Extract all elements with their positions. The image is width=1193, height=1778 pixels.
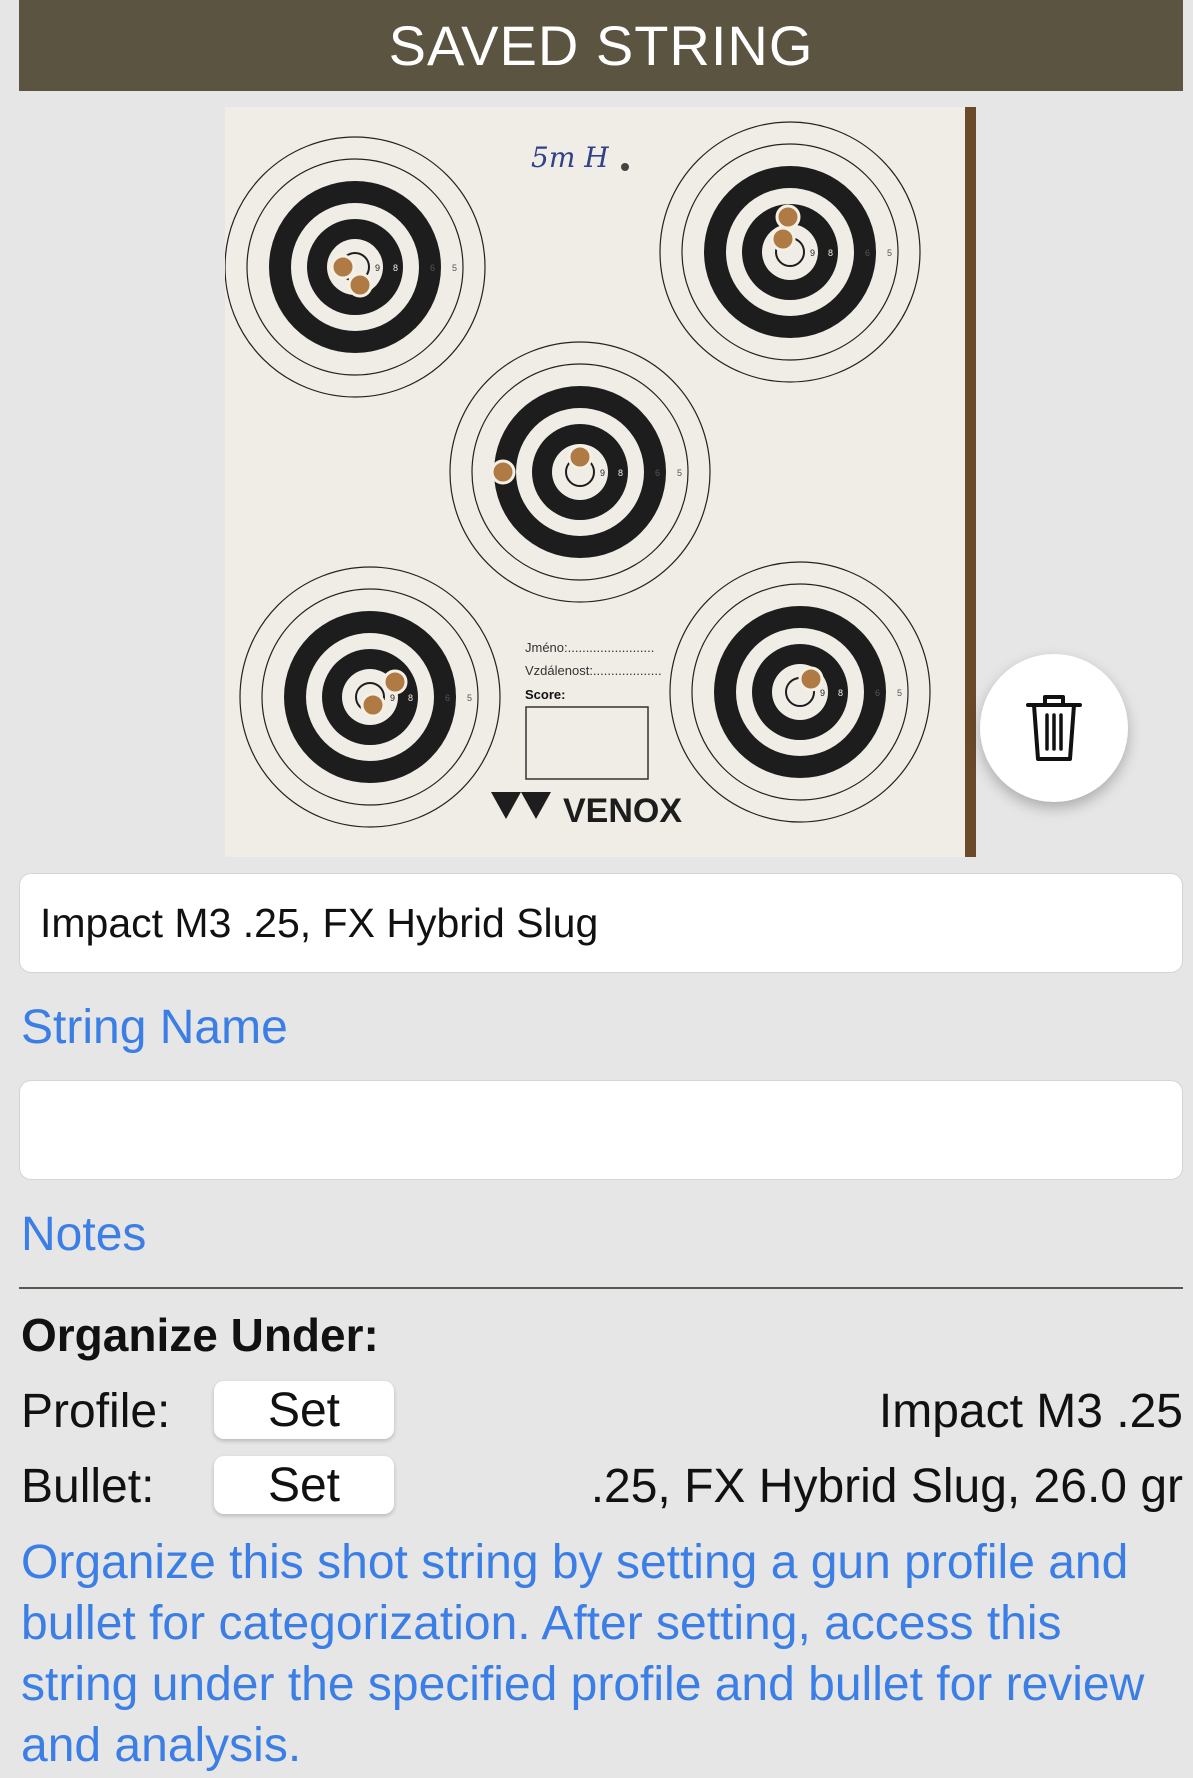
bullet-label: Bullet: — [21, 1460, 155, 1513]
bullet-value: .25, FX Hybrid Slug, 26.0 gr — [590, 1460, 1183, 1513]
target-photo: 9 8 7 6 5 5m H Jméno:...................… — [225, 107, 976, 857]
score-label: Score: — [525, 687, 565, 702]
profile-value: Impact M3 .25 — [878, 1385, 1183, 1438]
trash-icon — [1026, 695, 1082, 761]
delete-button[interactable] — [980, 654, 1128, 802]
organize-help-text: Organize this shot string by setting a g… — [21, 1536, 1145, 1772]
organize-title: Organize Under: — [21, 1309, 379, 1361]
set-bullet-button[interactable]: Set — [214, 1456, 394, 1514]
page-title: SAVED STRING — [19, 0, 1183, 91]
notes-input[interactable] — [19, 1080, 1183, 1180]
string-name-label: String Name — [21, 1001, 288, 1054]
notes-label: Notes — [21, 1208, 147, 1261]
target-annotation: 5m H — [531, 141, 609, 174]
profile-label: Profile: — [21, 1385, 171, 1438]
divider — [19, 1287, 1183, 1289]
distance-line: Vzdálenost:................... — [525, 663, 662, 678]
brand-text: VENOX — [563, 792, 682, 830]
set-profile-button[interactable]: Set — [214, 1381, 394, 1439]
name-line: Jméno:........................ — [525, 640, 654, 655]
string-name-input[interactable] — [19, 873, 1183, 973]
